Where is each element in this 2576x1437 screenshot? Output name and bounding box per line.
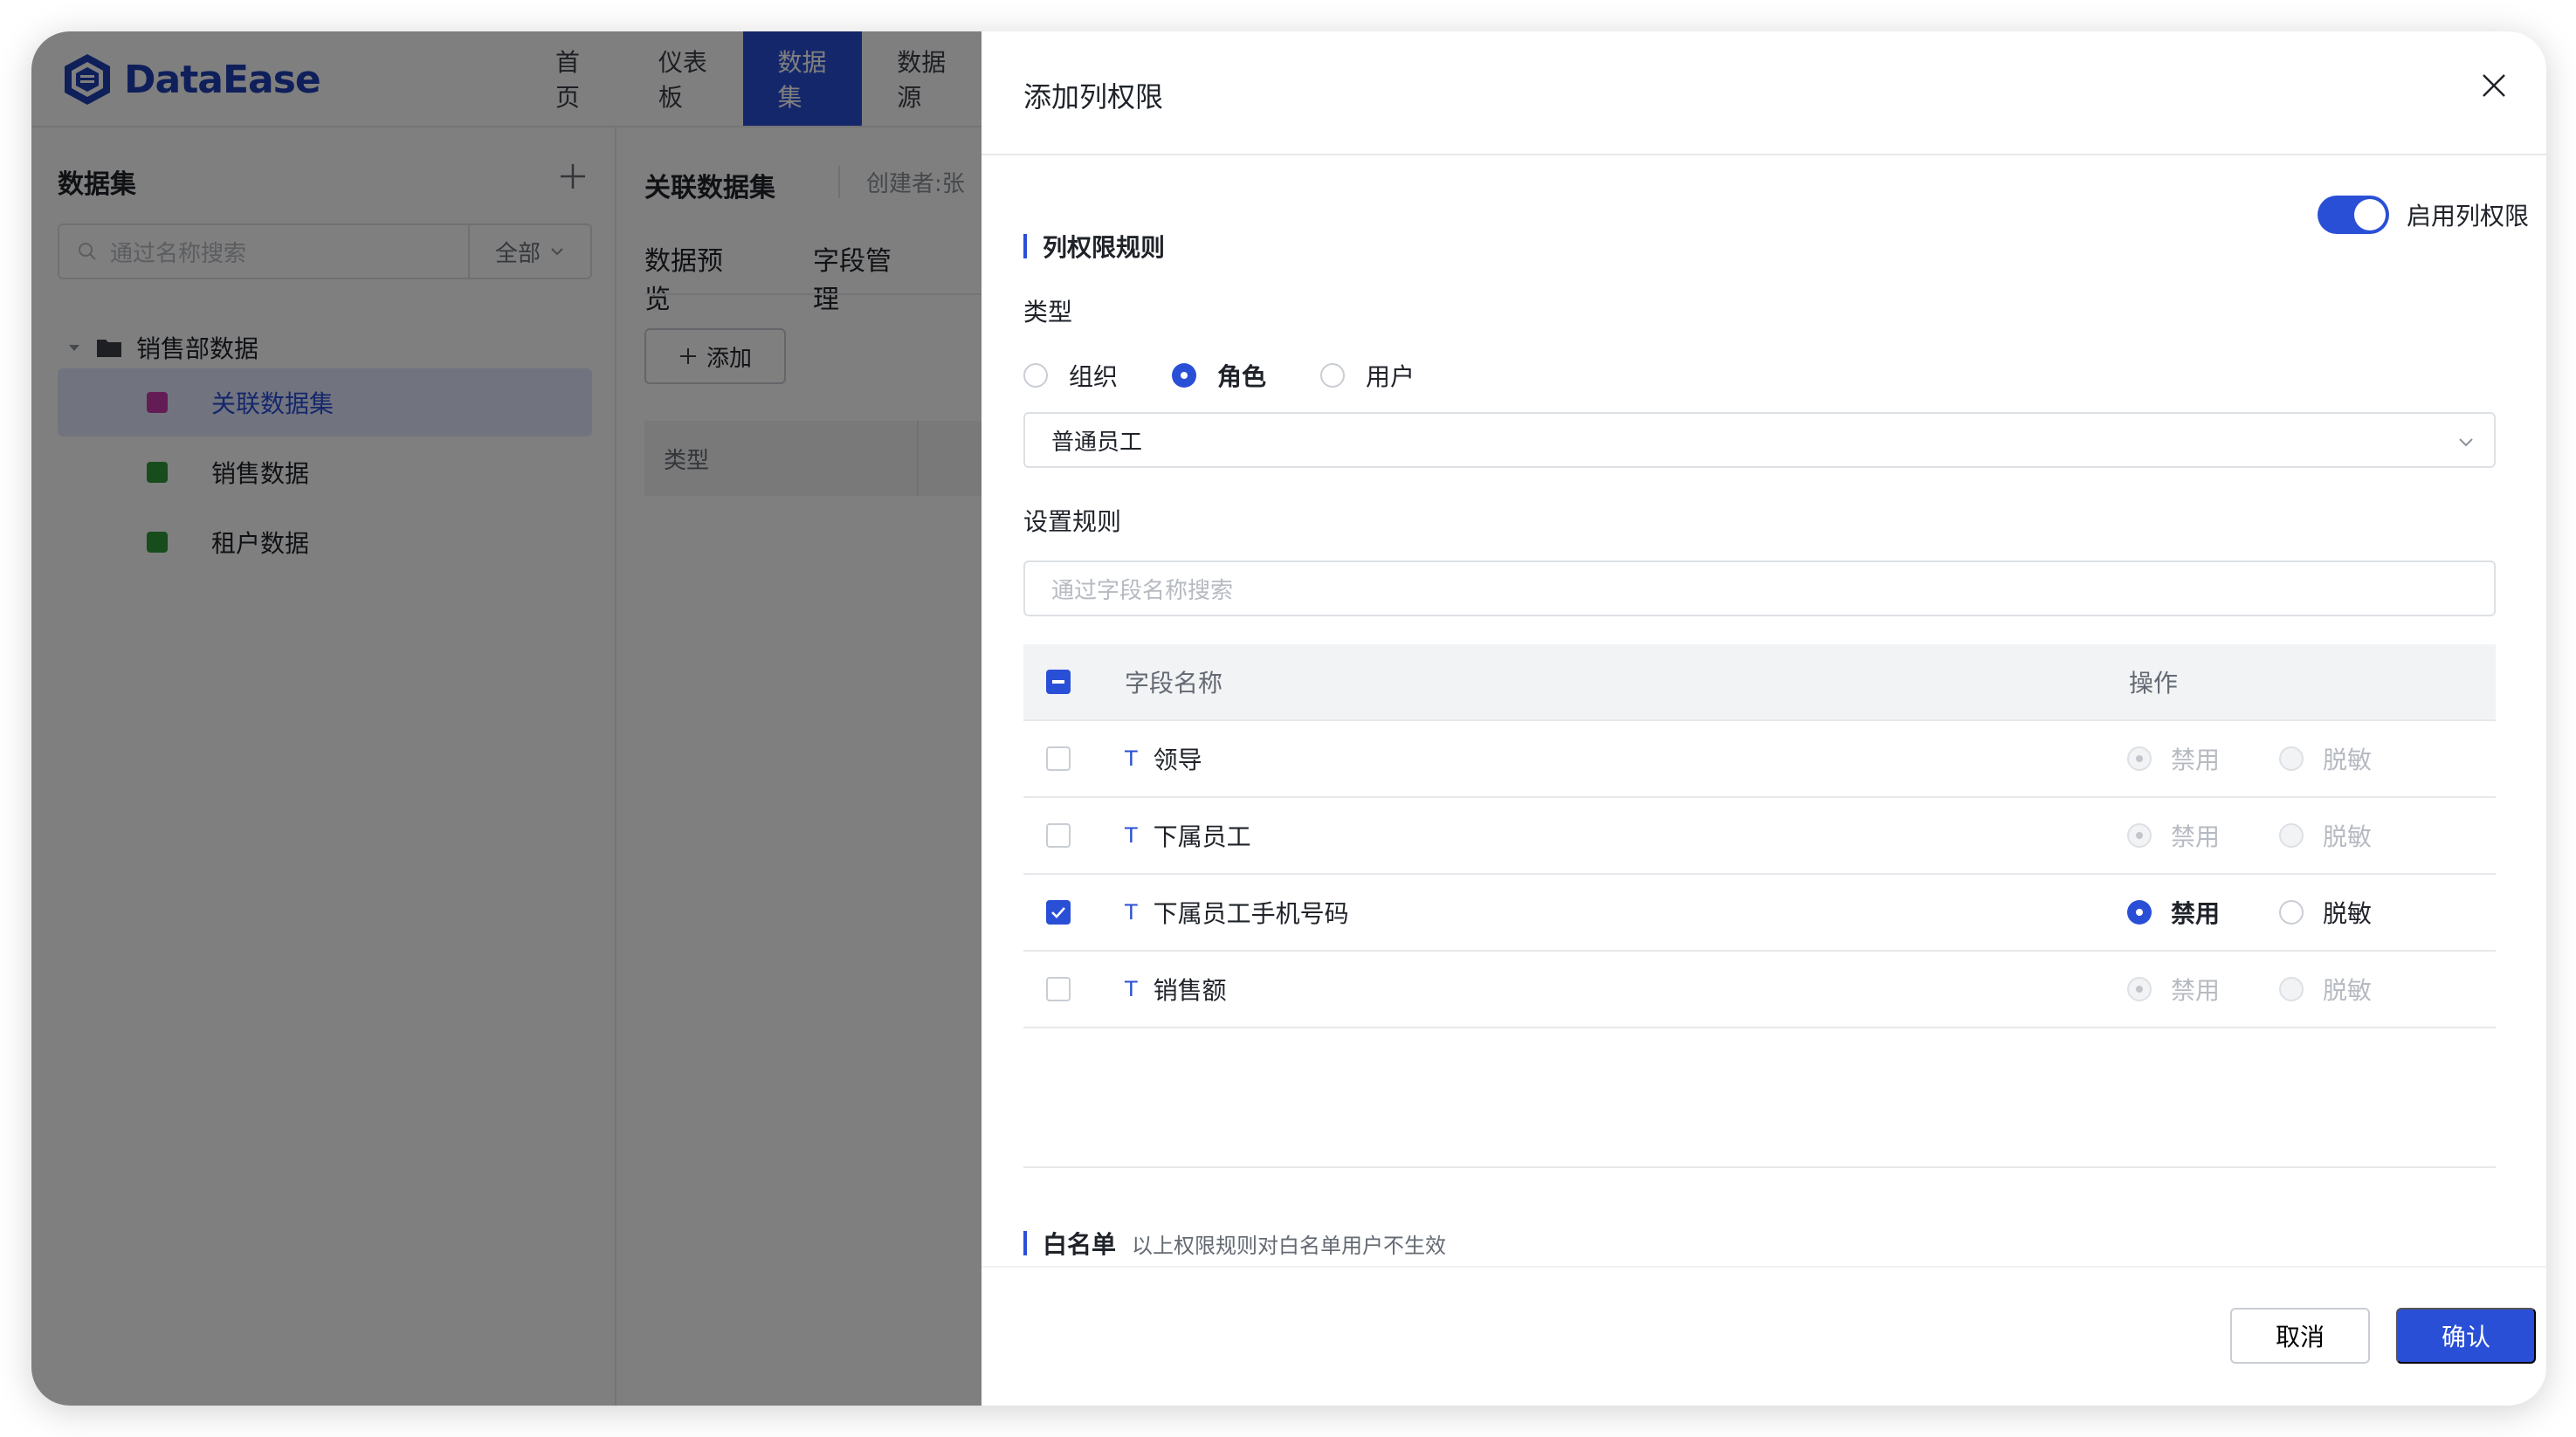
dataease-app: DataEase 首页 仪表板 数据集 数据源 数据集 通过名称搜索 bbox=[31, 31, 994, 1406]
op-disable[interactable]: 禁用 bbox=[2127, 972, 2220, 1007]
confirm-button[interactable]: 确认 bbox=[2396, 1308, 2536, 1364]
field-name: T 销售额 bbox=[1125, 972, 1227, 1007]
op-mask-label: 脱敏 bbox=[2323, 746, 2373, 774]
role-select-value: 普通员工 bbox=[1051, 429, 1143, 456]
row-checkbox[interactable] bbox=[1046, 746, 1071, 771]
table-header: 字段名称 操作 bbox=[1023, 644, 2496, 721]
table-row: T 销售额 禁用 脱敏 bbox=[1023, 952, 2496, 1028]
enable-toggle-label: 启用列权限 bbox=[2407, 202, 2530, 230]
row-operations: 禁用 脱敏 bbox=[2127, 895, 2431, 930]
op-disable-label: 禁用 bbox=[2171, 976, 2221, 1005]
type-option-org[interactable]: 组织 bbox=[1023, 358, 1118, 393]
set-rules-label: 设置规则 bbox=[1023, 507, 1122, 536]
enable-toggle[interactable] bbox=[2318, 196, 2389, 234]
drawer-header: 添加列权限 bbox=[981, 31, 2546, 155]
radio-button[interactable] bbox=[2127, 823, 2152, 848]
op-mask[interactable]: 脱敏 bbox=[2279, 818, 2372, 853]
field-search-input[interactable]: 通过字段名称搜索 bbox=[1023, 560, 2496, 616]
radio-button[interactable] bbox=[2279, 977, 2304, 1001]
table-row: T 下属员工 禁用 脱敏 bbox=[1023, 798, 2496, 875]
text-type-icon: T bbox=[1125, 977, 1138, 1001]
modal-overlay[interactable] bbox=[31, 31, 981, 1406]
whitelist-hint: 以上权限规则对白名单用户不生效 bbox=[1132, 1233, 1447, 1258]
op-disable[interactable]: 禁用 bbox=[2127, 741, 2220, 776]
text-type-icon: T bbox=[1125, 823, 1138, 848]
op-disable-label: 禁用 bbox=[2171, 822, 2221, 851]
type-radio-group: 组织 角色 用户 bbox=[1023, 358, 1469, 393]
radio-button[interactable] bbox=[1320, 363, 1346, 388]
text-type-icon: T bbox=[1125, 746, 1138, 771]
radio-button[interactable] bbox=[1172, 363, 1197, 388]
field-search-placeholder: 通过字段名称搜索 bbox=[1051, 577, 1234, 604]
whitelist-section-heading: 白名单 以上权限规则对白名单用户不生效 bbox=[1023, 1226, 1446, 1261]
op-mask[interactable]: 脱敏 bbox=[2279, 972, 2372, 1007]
op-mask-label: 脱敏 bbox=[2323, 822, 2373, 851]
table-bottom-divider bbox=[1023, 1166, 2496, 1168]
type-option-user[interactable]: 用户 bbox=[1320, 358, 1415, 393]
op-disable-label: 禁用 bbox=[2171, 899, 2221, 928]
op-mask[interactable]: 脱敏 bbox=[2279, 895, 2372, 930]
section-accent-bar bbox=[1023, 1231, 1027, 1255]
field-name: T 领导 bbox=[1125, 741, 1202, 776]
column-permission-drawer: 添加列权限 列权限规则 启用列权限 类型 组织 角色 用户 普通员工 设置规则 … bbox=[981, 31, 2546, 1406]
type-option-role[interactable]: 角色 bbox=[1172, 358, 1266, 393]
row-checkbox[interactable] bbox=[1046, 823, 1071, 848]
text-type-icon: T bbox=[1125, 900, 1138, 925]
rule-section-heading: 列权限规则 bbox=[1023, 229, 1165, 264]
cancel-button[interactable]: 取消 bbox=[2230, 1308, 2370, 1364]
section-accent-bar bbox=[1023, 234, 1027, 258]
drawer-title: 添加列权限 bbox=[1023, 80, 1164, 113]
radio-button[interactable] bbox=[2279, 823, 2304, 848]
radio-label: 角色 bbox=[1217, 362, 1267, 391]
whitelist-label: 白名单 bbox=[1043, 1230, 1117, 1259]
field-name-label: 领导 bbox=[1153, 746, 1202, 774]
op-mask-label: 脱敏 bbox=[2323, 976, 2373, 1005]
op-disable[interactable]: 禁用 bbox=[2127, 818, 2220, 853]
radio-button[interactable] bbox=[2279, 900, 2304, 925]
row-operations: 禁用 脱敏 bbox=[2127, 741, 2431, 776]
field-name: T 下属员工 bbox=[1125, 818, 1251, 853]
enable-column-permission: 启用列权限 bbox=[2318, 196, 2529, 234]
type-label: 类型 bbox=[1023, 298, 1073, 327]
chevron-down-icon bbox=[2459, 438, 2473, 447]
radio-button[interactable] bbox=[2127, 746, 2152, 771]
column-operation: 操作 bbox=[2129, 669, 2179, 698]
radio-button[interactable] bbox=[2127, 977, 2152, 1001]
radio-label: 用户 bbox=[1366, 362, 1415, 391]
op-mask-label: 脱敏 bbox=[2323, 899, 2373, 928]
toggle-knob bbox=[2354, 199, 2386, 230]
row-checkbox[interactable] bbox=[1046, 977, 1071, 1001]
column-field-name: 字段名称 bbox=[1125, 669, 1223, 698]
table-row: T 领导 禁用 脱敏 bbox=[1023, 721, 2496, 798]
close-icon[interactable] bbox=[2475, 66, 2513, 105]
op-disable[interactable]: 禁用 bbox=[2127, 895, 2220, 930]
table-row: T 下属员工手机号码 禁用 脱敏 bbox=[1023, 875, 2496, 952]
field-rule-table: 字段名称 操作 T 领导 禁用 脱敏 T 下属员工 禁用 脱敏 T 下属员工手机… bbox=[1023, 644, 2496, 1028]
row-operations: 禁用 脱敏 bbox=[2127, 818, 2431, 853]
field-name: T 下属员工手机号码 bbox=[1125, 895, 1349, 930]
radio-button[interactable] bbox=[1023, 363, 1048, 388]
row-operations: 禁用 脱敏 bbox=[2127, 972, 2431, 1007]
op-mask[interactable]: 脱敏 bbox=[2279, 741, 2372, 776]
op-disable-label: 禁用 bbox=[2171, 746, 2221, 774]
check-icon bbox=[1051, 907, 1065, 918]
field-name-label: 销售额 bbox=[1153, 976, 1227, 1005]
field-name-label: 下属员工 bbox=[1153, 822, 1251, 851]
row-checkbox[interactable] bbox=[1046, 900, 1071, 925]
radio-label: 组织 bbox=[1069, 362, 1119, 391]
rule-section-label: 列权限规则 bbox=[1043, 233, 1166, 262]
radio-button[interactable] bbox=[2127, 900, 2152, 925]
role-select[interactable]: 普通员工 bbox=[1023, 412, 2496, 468]
select-all-checkbox[interactable] bbox=[1046, 670, 1071, 694]
app-window: DataEase 首页 仪表板 数据集 数据源 数据集 通过名称搜索 bbox=[31, 31, 2546, 1406]
radio-button[interactable] bbox=[2279, 746, 2304, 771]
field-name-label: 下属员工手机号码 bbox=[1153, 899, 1349, 928]
